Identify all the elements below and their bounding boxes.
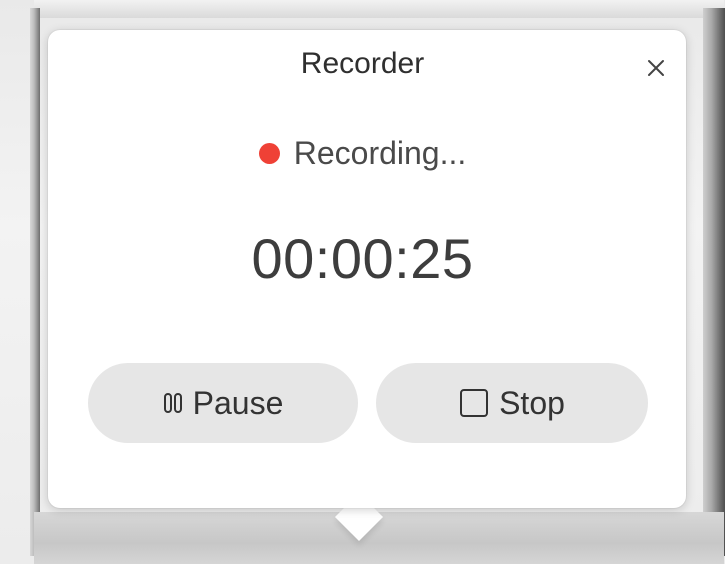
status-text: Recording... <box>293 135 467 171</box>
pause-button[interactable]: Pause <box>88 363 358 443</box>
close-button[interactable] <box>636 50 676 86</box>
stop-button[interactable]: Stop <box>376 363 648 443</box>
pause-icon <box>163 391 183 415</box>
recording-status: Recording... <box>0 134 725 172</box>
elapsed-timer: 00:00:25 <box>251 227 474 290</box>
close-icon <box>646 58 666 78</box>
stop-square-icon <box>459 388 489 418</box>
window-frame-top <box>34 0 724 18</box>
recording-indicator-icon <box>258 142 280 164</box>
popup-title: Recorder <box>300 47 425 80</box>
stop-label: Stop <box>499 385 565 421</box>
pause-label: Pause <box>192 385 284 421</box>
